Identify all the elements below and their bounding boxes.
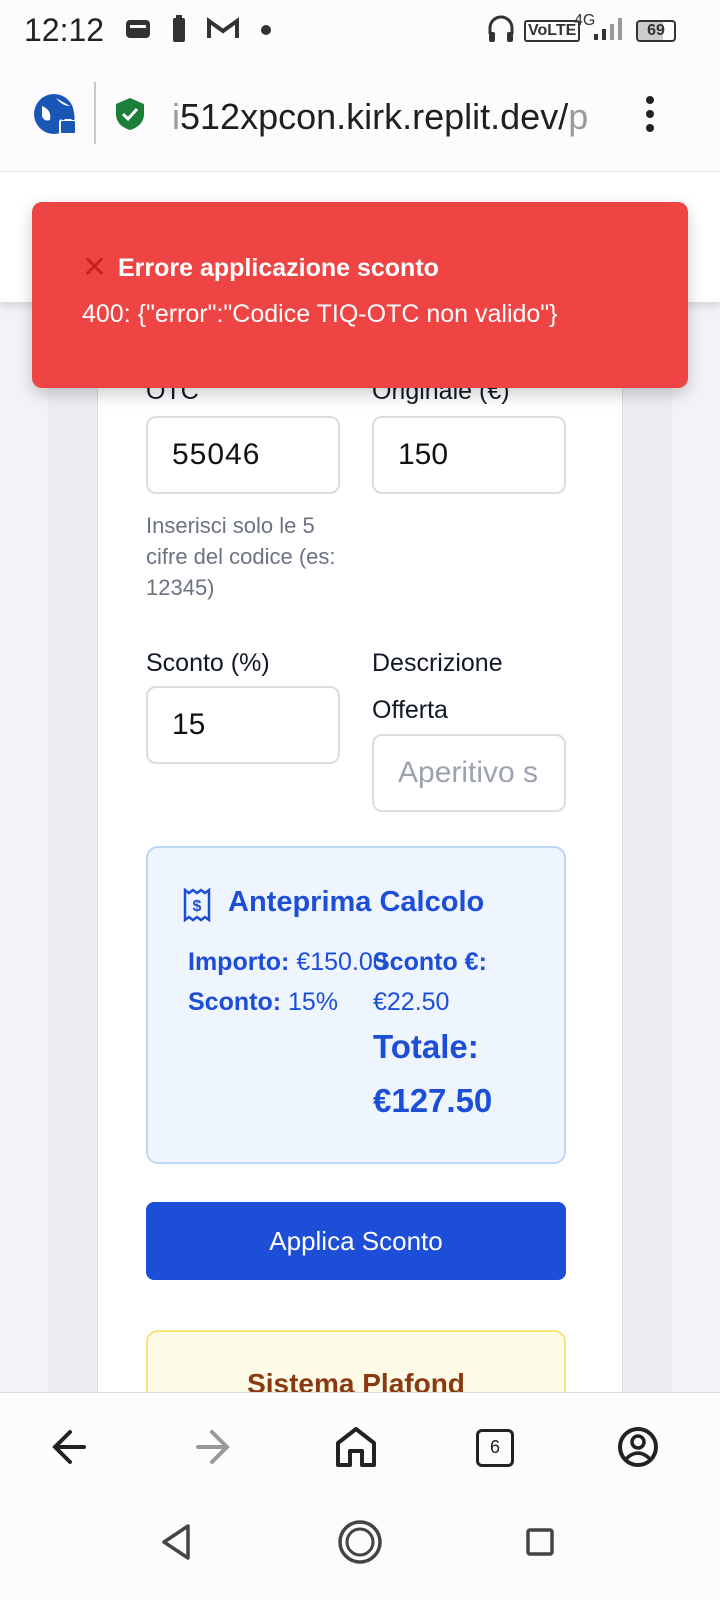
totale-value: €127.50 — [373, 1082, 493, 1119]
back-arrow-icon[interactable] — [32, 1407, 112, 1487]
gmail-icon — [207, 17, 239, 38]
browser-bottom-nav: 6 — [0, 1392, 720, 1502]
system-back-icon[interactable] — [140, 1502, 220, 1582]
otc-help-text: Inserisci solo le 5 cifre del codice (es… — [146, 513, 336, 600]
system-home-icon[interactable] — [320, 1502, 400, 1582]
account-icon[interactable] — [598, 1407, 678, 1487]
toast-title: Errore applicazione sconto — [118, 254, 439, 282]
amount-input[interactable]: 150 — [372, 416, 566, 494]
receipt-icon: $ — [183, 888, 211, 922]
toolbar-divider — [94, 82, 96, 144]
status-bar: 12:12 VoLTE 4G 69 — [0, 0, 720, 62]
more-options-icon[interactable] — [636, 92, 664, 140]
sconto-eur-label: Sconto €: — [373, 948, 487, 976]
home-icon[interactable] — [316, 1407, 396, 1487]
browser-toolbar: i512xpcon.kirk.replit.dev/p — [0, 62, 720, 172]
plafond-section: Sistema Plafond — [146, 1330, 566, 1392]
site-info-icon[interactable] — [32, 92, 80, 140]
shield-check-icon — [116, 98, 144, 130]
system-nav-bar — [0, 1502, 720, 1600]
importo-label: Importo: — [188, 948, 290, 976]
sconto-pct-value: 15% — [288, 988, 339, 1016]
headphones-icon — [488, 15, 514, 42]
tabs-count-button[interactable]: 6 — [476, 1429, 514, 1467]
system-recents-icon[interactable] — [500, 1502, 580, 1582]
wallet-icon — [126, 20, 150, 38]
plafond-clip: Sistema Plafond — [0, 1330, 720, 1392]
calculation-preview: $ Anteprima Calcolo Importo: €150.00 Sco… — [146, 846, 566, 1164]
apply-discount-button[interactable]: Applica Sconto — [146, 1202, 566, 1280]
error-toast: ✕ Errore applicazione sconto 400: {"erro… — [32, 202, 688, 388]
volte-badge: VoLTE — [524, 20, 581, 42]
battery-icon: 69 — [636, 20, 676, 42]
sconto-eur-value: €22.50 — [373, 988, 450, 1016]
plafond-title: Sistema Plafond — [247, 1368, 465, 1392]
sconto-pct-label: Sconto: — [188, 988, 282, 1016]
otc-input[interactable]: 55046 — [146, 416, 340, 494]
description-input[interactable]: Aperitivo s — [372, 734, 566, 812]
url-bar[interactable]: i512xpcon.kirk.replit.dev/p — [172, 96, 618, 138]
forward-arrow-icon[interactable] — [174, 1407, 254, 1487]
toast-message: 400: {"error":"Codice TIQ-OTC non valido… — [82, 300, 558, 328]
description-label: Descrizione Offerta — [372, 649, 503, 724]
discount-label: Sconto (%) — [146, 649, 270, 677]
battery-saver-icon — [173, 15, 185, 42]
dot-icon — [261, 25, 271, 35]
svg-text:$: $ — [193, 898, 202, 915]
preview-title: Anteprima Calcolo — [228, 886, 485, 918]
error-icon: ✕ — [82, 251, 108, 284]
signal-icon — [594, 18, 622, 40]
status-time: 12:12 — [24, 12, 105, 48]
totale-label: Totale: — [373, 1028, 479, 1065]
discount-input[interactable]: 15 — [146, 686, 340, 764]
